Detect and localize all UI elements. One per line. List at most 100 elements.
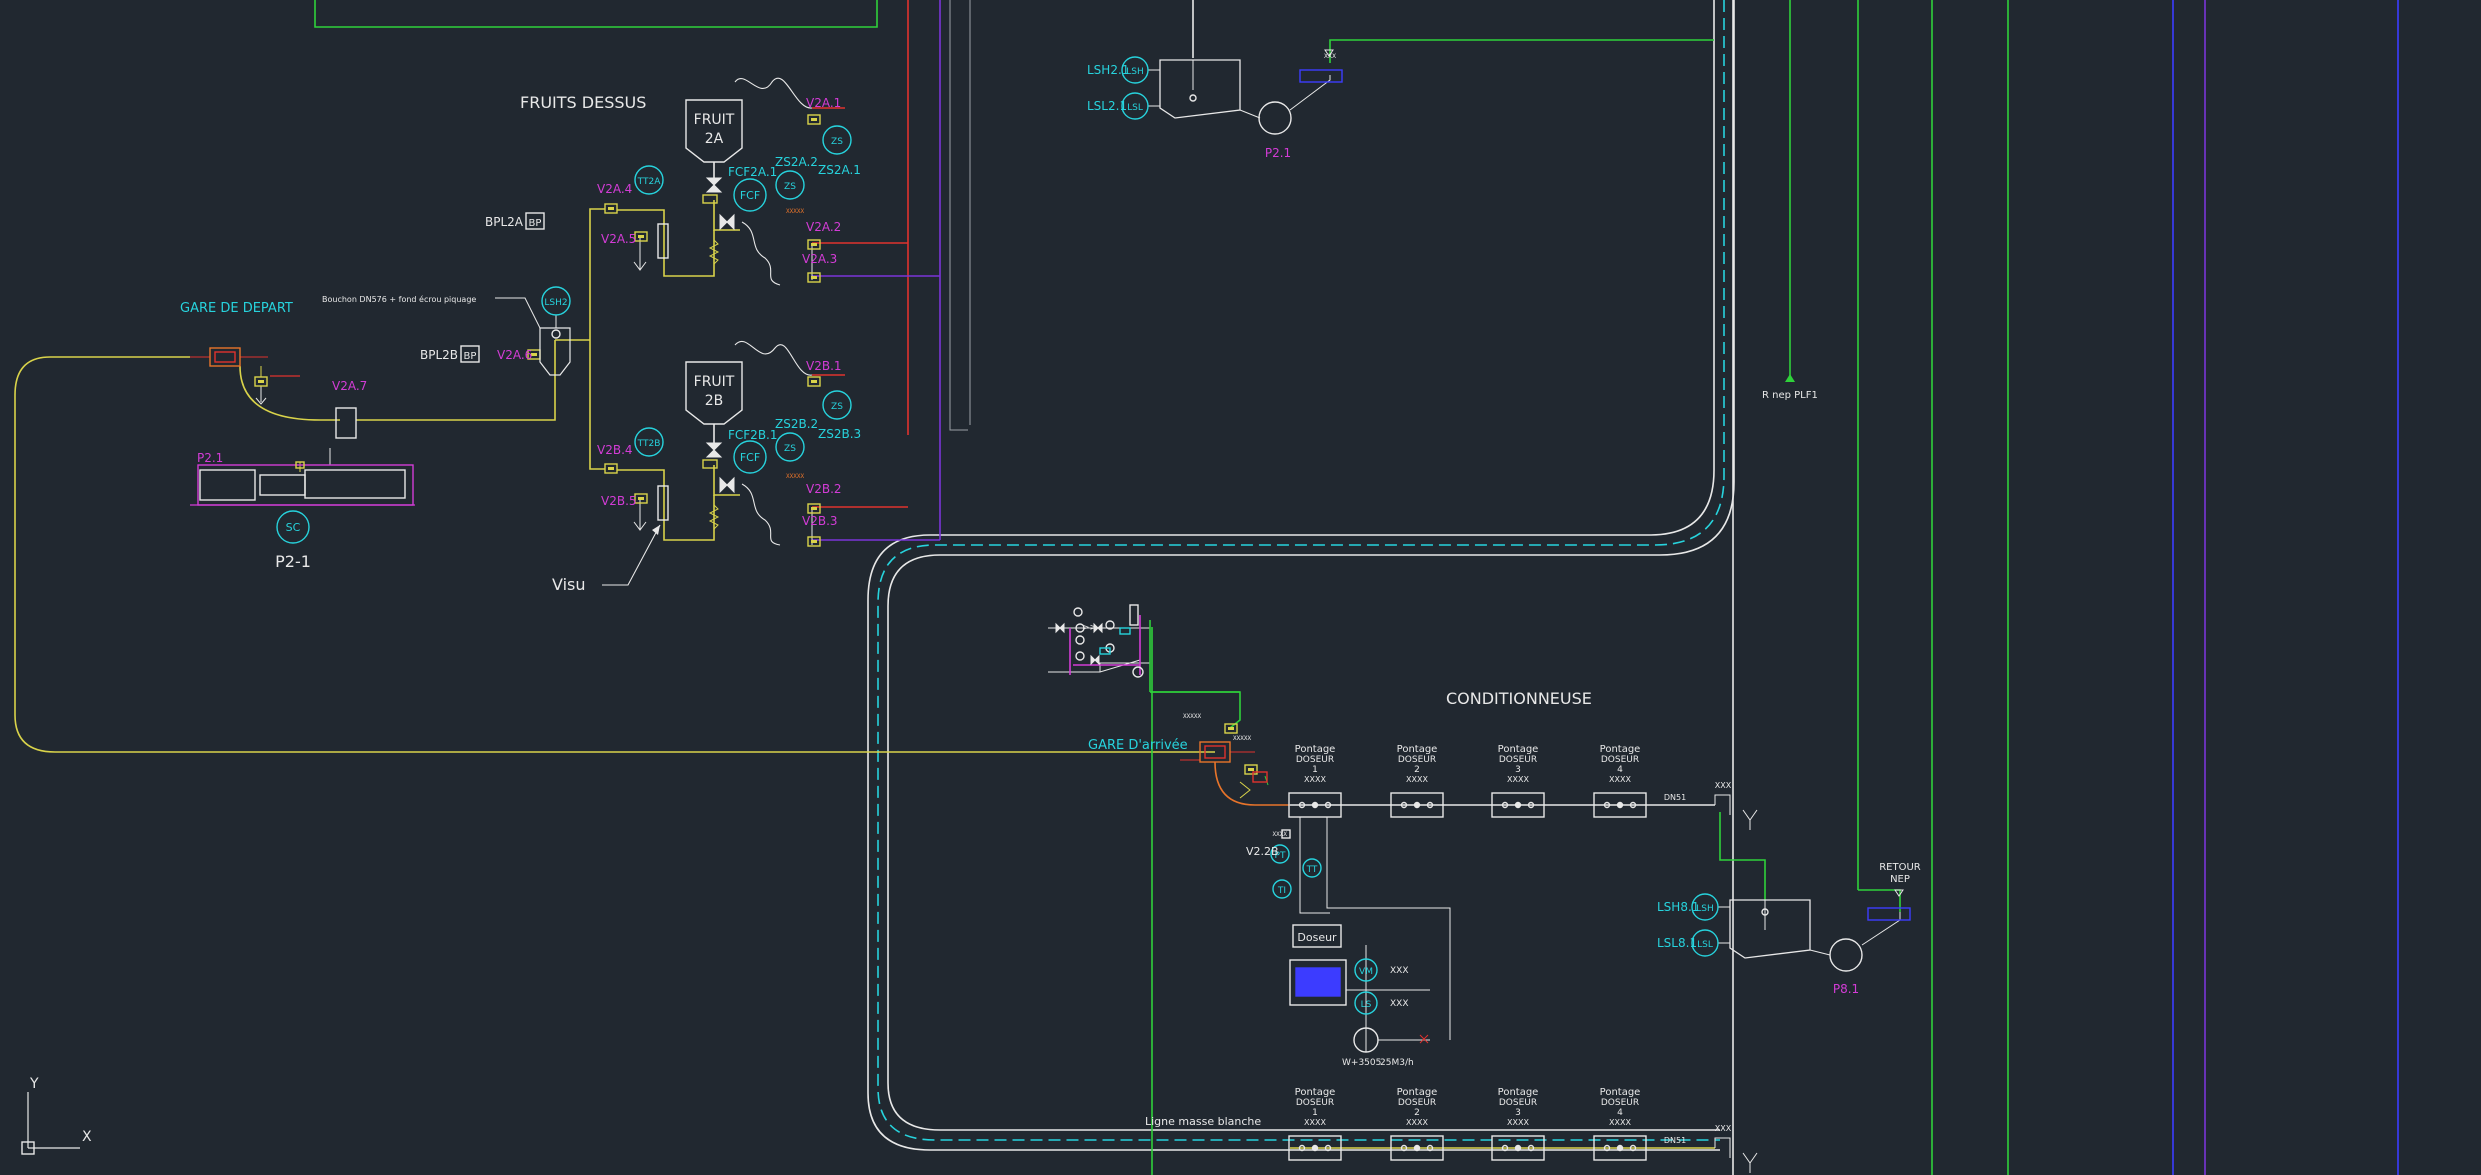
tiny-row-1: XXXX	[1273, 831, 1288, 838]
skid-line-2	[1326, 817, 1451, 1040]
doseur-row-upper-dn51: DN51	[1664, 793, 1686, 802]
tag-bpl2a: BPL2A	[485, 215, 524, 229]
skid-xxx-1: XXX	[1390, 966, 1409, 976]
doseur-row-lower-vent	[1742, 1152, 1758, 1173]
tag-v22b: V2.2B	[1246, 845, 1279, 858]
labels: FRUITS DESSUS FRUIT 2A FRUIT 2B TT2A TT2B ZS FCF…	[29, 53, 1921, 1145]
pump-p81-in	[1809, 949, 1831, 956]
gare-depart-core	[214, 351, 236, 363]
manifold-valve-0	[1055, 622, 1065, 634]
tag-v2a3: V2A.3	[802, 252, 837, 266]
bottom-vent	[1894, 889, 1904, 897]
tiny-top-xxx: XXX	[1324, 53, 1336, 60]
box-v2b4-core	[608, 467, 614, 470]
pump-p21-body	[304, 469, 406, 499]
doseur-row-upper-drop	[1714, 794, 1731, 815]
manifold-gauge-2	[1075, 635, 1085, 645]
hopper-fruit-2a-line1: FRUIT	[694, 112, 735, 128]
box-v2a2-core	[811, 243, 817, 246]
equipment-shapes	[21, 49, 1911, 1161]
doseur-row-lower-drop	[1714, 1137, 1731, 1158]
signal-wavy-b1	[734, 340, 813, 376]
doseur-row-upper-code-0: XXXX	[1304, 775, 1326, 784]
tag-v2a7: V2A.7	[332, 379, 367, 393]
manifold-valve-2	[1090, 654, 1100, 666]
doseur-row-lower-dot-m-2	[1514, 1144, 1522, 1152]
doseur-row-lower-heading1-2: Pontage	[1498, 1087, 1539, 1098]
doseur-row-upper-number-1: 2	[1414, 765, 1420, 775]
ypipe-a-down	[589, 208, 605, 340]
doseur-row-upper-code-2: XXXX	[1507, 775, 1529, 784]
doseur-row-upper-xxx: XXX	[1715, 781, 1732, 790]
doseur-row-lower-heading2-2: DOSEUR	[1499, 1098, 1537, 1108]
label-r-nep: R nep PLF1	[1762, 390, 1818, 401]
doseur-row-lower-number-0: 1	[1312, 1108, 1318, 1118]
doseur-row-lower-code-1: XXXX	[1406, 1118, 1428, 1127]
doseur-row-lower-number-2: 3	[1515, 1108, 1521, 1118]
tiny-label-b1: XXXXX	[786, 473, 804, 480]
signal-wavy-b2	[741, 483, 781, 546]
axis-y-label: Y	[29, 1076, 39, 1092]
doseur-row-lower-heading1-1: Pontage	[1397, 1087, 1438, 1098]
pid-drawing-canvas[interactable]: FRUITS DESSUS FRUIT 2A FRUIT 2B TT2A TT2B ZS FCF…	[0, 0, 2481, 1175]
label-ligne-masse: Ligne masse blanche	[1145, 1115, 1261, 1128]
label-nep: NEP	[1890, 874, 1910, 885]
skid-flow: 25M3/h	[1380, 1058, 1414, 1068]
bubble-zs-b2-text: ZS	[784, 444, 796, 454]
doseur-row-upper-code-3: XXXX	[1609, 775, 1631, 784]
doseur-row-lower-code-2: XXXX	[1507, 1118, 1529, 1127]
tag-lsh81: LSH8.1	[1657, 900, 1699, 914]
manifold-cyan-1	[1119, 627, 1131, 635]
tag-v2b1: V2B.1	[806, 359, 842, 373]
hopper-fruit-2b-line1: FRUIT	[694, 374, 735, 390]
tag-zs2b3: ZS2B.3	[818, 427, 861, 441]
box-v2b2-core	[811, 507, 817, 510]
signal-wavy-a1	[734, 77, 813, 109]
visu-leader	[602, 524, 661, 586]
bp-text-a: BP	[529, 218, 542, 229]
rnep-arrow	[1785, 374, 1795, 382]
skid-red-x	[1419, 1034, 1429, 1044]
gare-arrivee-y	[1239, 781, 1251, 799]
box-v2b3-core	[811, 540, 817, 543]
tiny-label-a1: XXXXX	[786, 208, 804, 215]
tank-bottom	[1729, 899, 1811, 959]
tag-v2b5: V2B.5	[601, 494, 637, 508]
bubble-zs-a2-text: ZS	[784, 182, 796, 192]
doseur-row-lower-dot-m-1	[1413, 1144, 1421, 1152]
valve-hopper-b-side	[719, 476, 735, 494]
note-bouchon: Bouchon DN576 + fond écrou piquage	[322, 294, 476, 304]
ypipe-b1	[713, 465, 740, 496]
note-bouchon-leader	[495, 297, 541, 329]
doseur-row-upper-number-0: 1	[1312, 765, 1318, 775]
pump-p21-motor	[199, 469, 256, 501]
box-v2a4-core	[608, 207, 614, 210]
skid-w3505: W+3505	[1342, 1058, 1381, 1068]
doseur-row-lower-dn51: DN51	[1664, 1136, 1686, 1145]
doseur-row-upper-dot-m-1	[1413, 801, 1421, 809]
doseur-row-lower-heading1-3: Pontage	[1600, 1087, 1641, 1098]
bubble-fcf-b-text: FCF	[740, 451, 760, 464]
manifold-gauge-low	[1132, 666, 1144, 678]
doseur-row-lower-heading1-0: Pontage	[1295, 1087, 1336, 1098]
top-green-box	[314, 0, 878, 28]
tag-v2a1: V2A.1	[806, 96, 841, 110]
bubble-tt2a-text: TT2A	[637, 177, 662, 187]
tag-fcf2a1: FCF2A.1	[728, 165, 777, 179]
tag-lsl81: LSL8.1	[1657, 936, 1697, 950]
bubble-lsl-bottom-text: LSL	[1697, 940, 1713, 950]
pump-top-in	[1239, 109, 1261, 119]
doseur-row-lower-dot-m-0	[1311, 1144, 1319, 1152]
skid-doseur-text: Doseur	[1297, 931, 1337, 944]
valve-hopper-b-top	[705, 442, 723, 458]
doseur-row-upper-heading1-0: Pontage	[1295, 744, 1336, 755]
tiny-arrivee-1: XXXXX	[1183, 713, 1201, 720]
valve-hopper-a-top	[705, 177, 723, 193]
tag-p21-top: P2.1	[1265, 146, 1291, 160]
pump-p81	[1829, 938, 1863, 972]
box-v2b5-core	[638, 497, 644, 500]
doseur-row-upper-heading1-2: Pontage	[1498, 744, 1539, 755]
axis-x-label: X	[82, 1129, 92, 1145]
bubble-lsl-top-text: LSL	[1127, 103, 1143, 113]
process-lines	[14, 0, 2399, 1175]
